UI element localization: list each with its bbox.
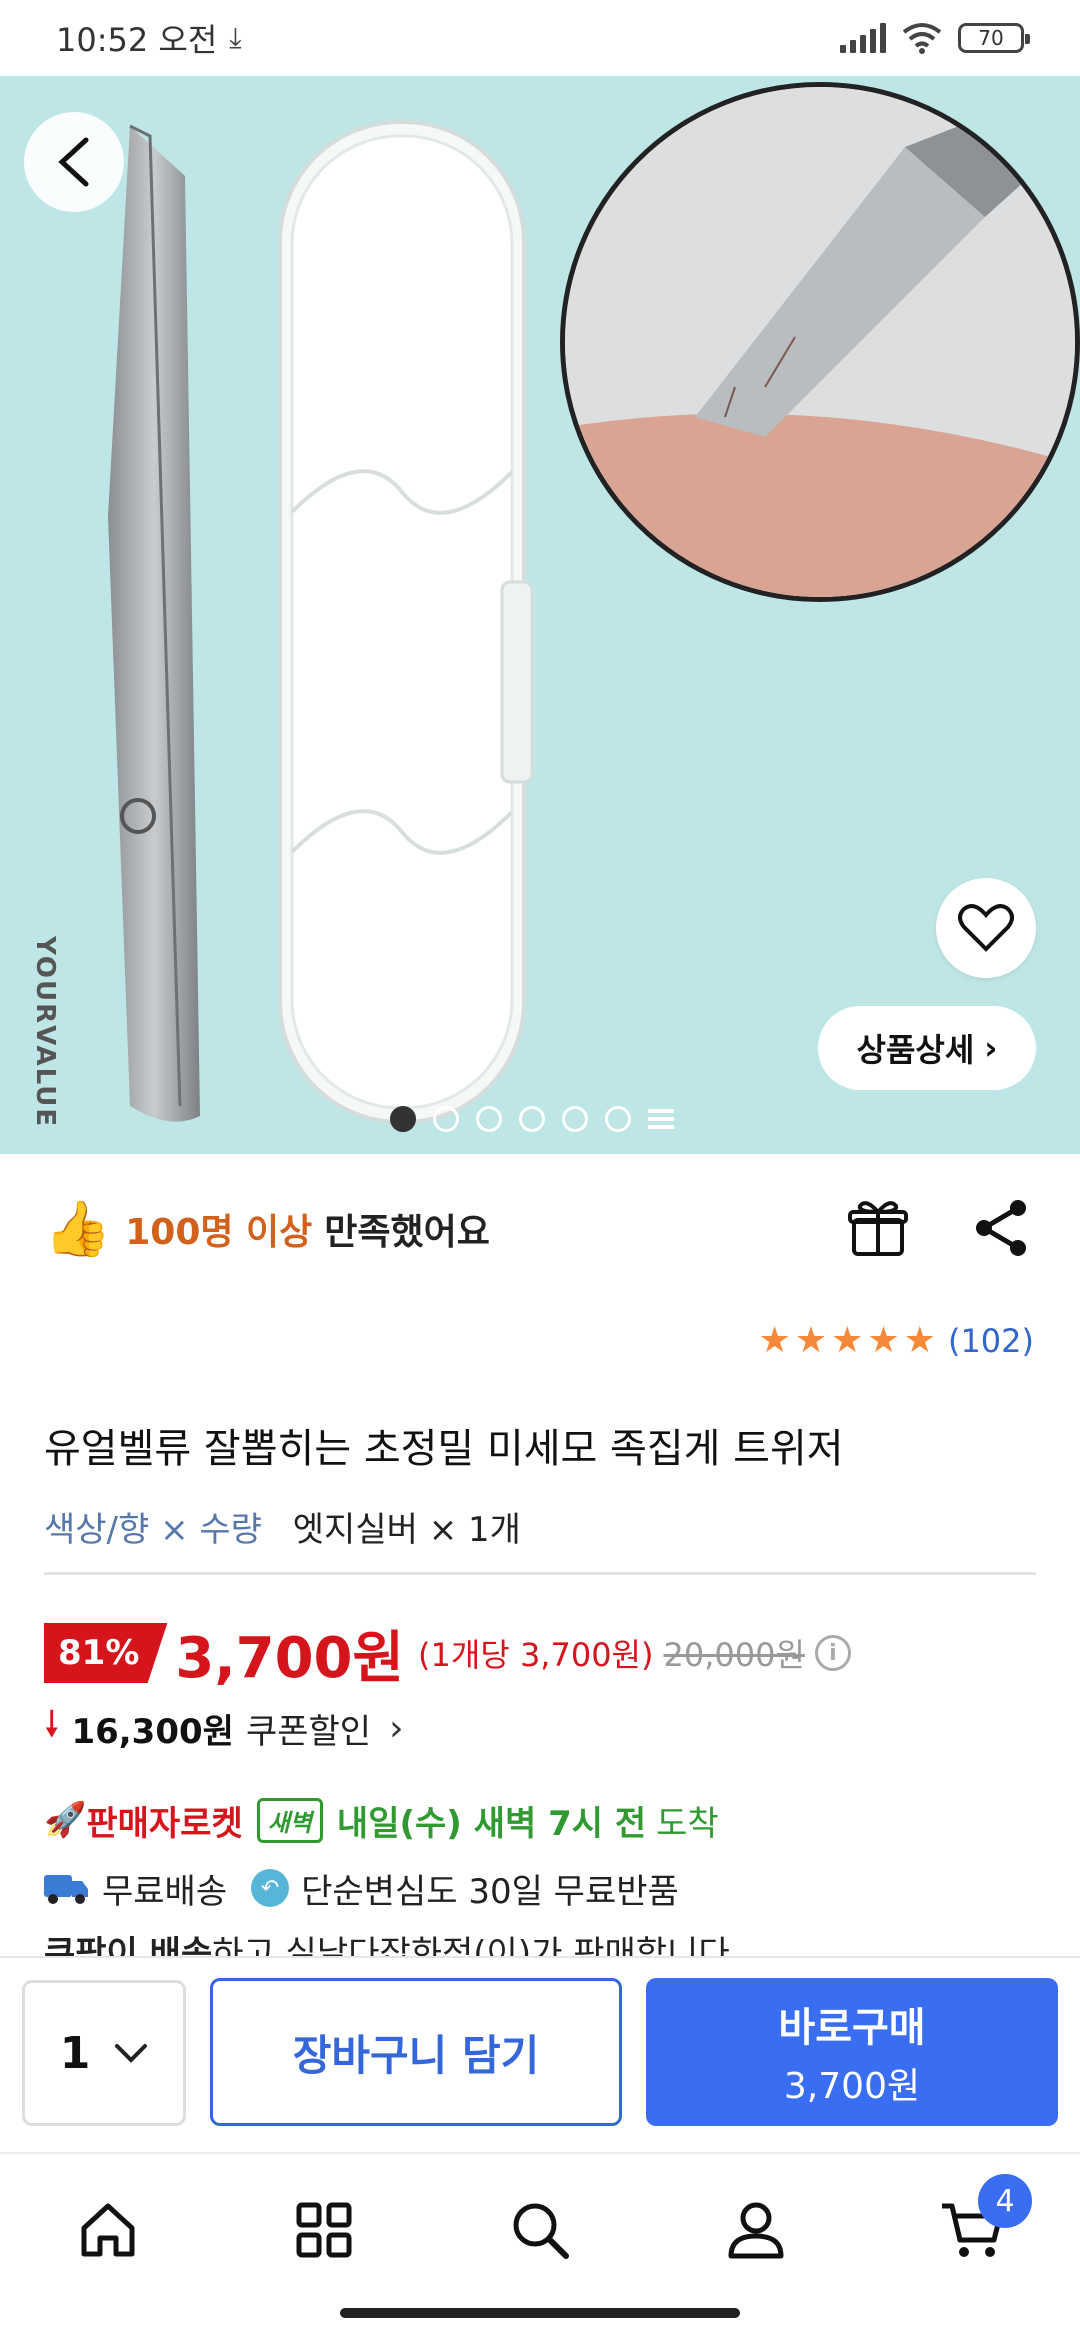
home-icon — [81, 2203, 135, 2257]
nav-cart[interactable]: 4 — [932, 2174, 1032, 2270]
gift-icon[interactable] — [846, 1196, 910, 1260]
star-icon: ★ — [794, 1320, 828, 1361]
discount-badge: 81% — [44, 1623, 168, 1683]
chevron-right-icon: › — [389, 1707, 404, 1749]
coupon-discount-row[interactable]: 🠗 16,300원 쿠폰할인 › — [44, 1700, 403, 1756]
battery-level: 70 — [978, 26, 1004, 50]
wifi-icon — [902, 23, 942, 54]
seller-rest: 하고 실낱다잡화점(이)가 판매합니다 — [212, 1934, 730, 1956]
signal-icon — [840, 23, 886, 53]
satisfaction-highlight: 100명 이상 — [125, 1212, 313, 1253]
thumbs-up-icon: 👍 — [44, 1197, 112, 1260]
back-button[interactable] — [24, 112, 124, 212]
rocket-label: 판매자로켓 — [86, 1803, 243, 1844]
closeup-image — [560, 82, 1080, 602]
seller-info: 쿠팡이 배송하고 실낱다잡화점(이)가 판매합니다 — [44, 1926, 730, 1956]
carousel-indicator — [390, 1106, 674, 1132]
buy-now-price: 3,700원 — [783, 2066, 921, 2107]
carousel-dot[interactable] — [562, 1106, 588, 1132]
chevron-right-icon: › — [984, 1029, 998, 1067]
share-icon[interactable] — [970, 1196, 1034, 1260]
coupon-amount: 16,300원 — [71, 1711, 234, 1752]
cart-badge: 4 — [978, 2174, 1032, 2228]
status-bar: 10:52 오전 ⤓ 70 — [0, 0, 1080, 76]
option-label: 색상/향 × 수량 — [44, 1510, 262, 1550]
quantity-value: 1 — [59, 2027, 91, 2079]
purchase-action-bar: 1 장바구니 담기 바로구매 3,700원 — [0, 1956, 1080, 2152]
carousel-dot[interactable] — [605, 1106, 631, 1132]
carousel-dot[interactable] — [519, 1106, 545, 1132]
carousel-dot[interactable] — [433, 1106, 459, 1132]
home-indicator — [340, 2308, 740, 2318]
dawn-tag: 새벽 — [256, 1797, 323, 1843]
price-row: 81% 3,700원 (1개당 3,700원) 20,000원 i — [44, 1618, 851, 1691]
option-value: 엣지실버 × 1개 — [292, 1510, 521, 1550]
free-shipping: 무료배송 — [102, 1871, 228, 1912]
original-price: 20,000원 — [663, 1636, 805, 1674]
divider — [44, 1572, 1036, 1575]
coupon-label: 쿠폰할인 — [245, 1711, 372, 1752]
quantity-select[interactable]: 1 — [22, 1980, 186, 2126]
wishlist-button[interactable] — [936, 878, 1036, 978]
unit-price: (1개당 3,700원) — [418, 1636, 654, 1674]
battery-icon: 70 — [958, 23, 1030, 53]
case-image — [278, 120, 534, 1124]
add-to-cart-button[interactable]: 장바구니 담기 — [210, 1978, 622, 2126]
carousel-dot[interactable] — [390, 1106, 416, 1132]
satisfaction-text: 만족했어요 — [324, 1212, 490, 1253]
nav-category[interactable] — [284, 2190, 364, 2270]
buy-now-label: 바로구매 — [778, 2005, 926, 2051]
heart-icon — [958, 904, 1014, 952]
rocket-delivery-row: 🚀 판매자로켓 새벽 내일(수) 새벽 7시 전 도착 — [44, 1792, 719, 1848]
nav-home[interactable] — [68, 2190, 148, 2270]
arrival-time: 내일(수) 새벽 7시 전 — [336, 1803, 647, 1844]
buy-now-button[interactable]: 바로구매 3,700원 — [646, 1978, 1058, 2126]
free-return: 단순변심도 30일 무료반품 — [301, 1871, 679, 1912]
search-icon — [513, 2203, 569, 2259]
info-icon[interactable]: i — [814, 1635, 851, 1671]
review-count[interactable]: (102) — [948, 1322, 1034, 1360]
carousel-more-icon — [648, 1106, 674, 1132]
star-icon: ★ — [831, 1320, 864, 1361]
down-arrow-icon: 🠗 — [44, 1703, 60, 1745]
sale-price: 3,700원 — [175, 1625, 405, 1691]
arrival-suffix: 도착 — [656, 1803, 719, 1844]
download-icon: ⤓ — [229, 21, 242, 54]
truck-icon — [44, 1875, 88, 1904]
shipping-row: 무료배송 ↶ 단순변심도 30일 무료반품 — [44, 1860, 679, 1916]
star-icon: ★ — [758, 1320, 791, 1361]
carousel-dot[interactable] — [476, 1106, 502, 1132]
brand-text: YOURVALUE — [30, 936, 60, 1129]
nav-search[interactable] — [500, 2190, 580, 2270]
rocket-icon: 🚀 — [44, 1800, 87, 1840]
category-icon — [296, 2202, 352, 2258]
rating[interactable]: ★ ★ ★ ★ ★ (102) — [759, 1322, 1034, 1360]
option-selector[interactable]: 색상/향 × 수량 엣지실버 × 1개 — [44, 1502, 521, 1551]
product-title: 유얼벨류 잘뽑히는 초정밀 미세모 족집게 트위저 — [44, 1426, 844, 1472]
tweezer-image — [108, 124, 200, 1122]
status-time: 10:52 오전 — [56, 21, 218, 59]
star-icon: ★ — [867, 1320, 900, 1361]
product-detail-label: 상품상세 — [856, 1031, 975, 1069]
star-icon: ★ — [903, 1320, 936, 1361]
chevron-down-icon — [115, 2044, 148, 2063]
product-image-carousel[interactable]: YOURVALUE 상품상세 › — [0, 76, 1080, 1154]
product-detail-button[interactable]: 상품상세 › — [818, 1006, 1036, 1090]
nav-my[interactable] — [716, 2190, 796, 2270]
satisfaction-banner: 👍 100명 이상 만족했어요 — [44, 1184, 490, 1274]
seller-bold: 쿠팡이 배송 — [44, 1934, 213, 1956]
return-icon: ↶ — [251, 1869, 290, 1907]
user-icon — [728, 2202, 784, 2259]
chevron-left-icon — [58, 137, 89, 187]
